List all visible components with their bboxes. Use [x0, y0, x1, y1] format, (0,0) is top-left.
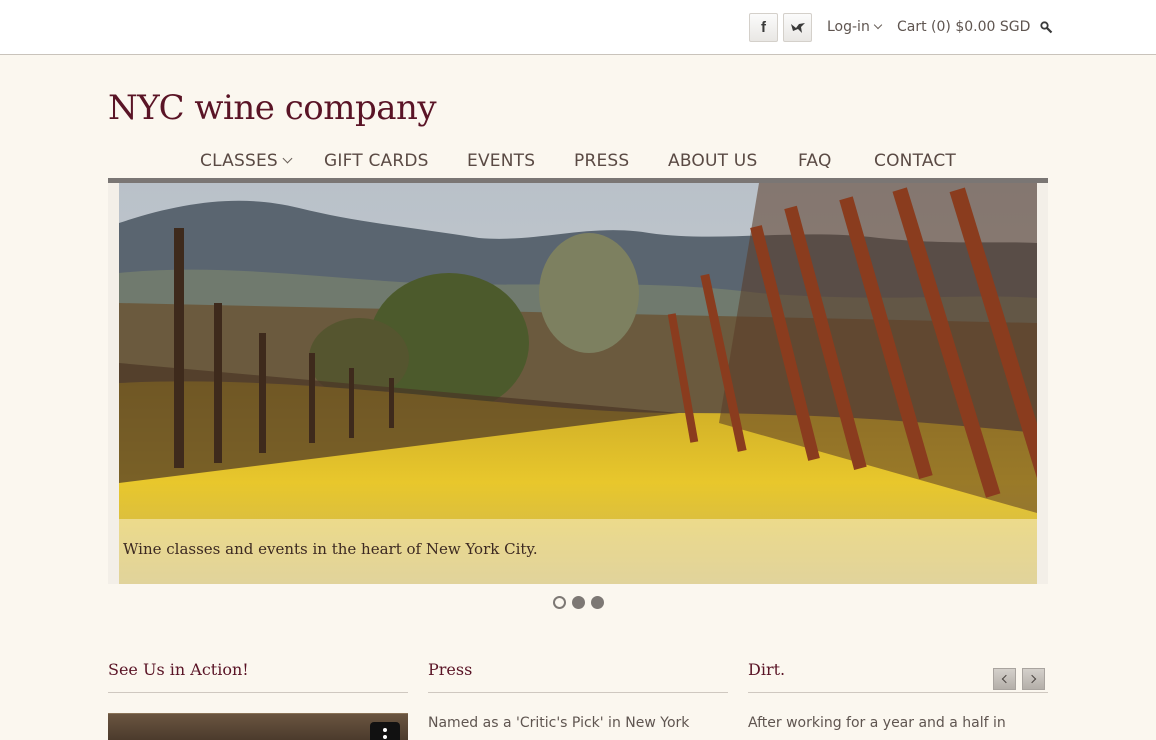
video-player[interactable] — [108, 713, 408, 740]
press-text: Named as a 'Critic's Pick' in New York — [428, 715, 690, 731]
top-bar: f Log-in Cart (0) $0.00 SGD — [0, 0, 1156, 55]
dirt-text: After working for a year and a half in — [748, 715, 1006, 731]
hero-slideshow[interactable]: Wine classes and events in the heart of … — [108, 183, 1048, 584]
cart-link[interactable]: Cart (0) $0.00 SGD — [897, 19, 1030, 35]
hero-caption: Wine classes and events in the heart of … — [123, 540, 538, 558]
facebook-button[interactable]: f — [749, 13, 778, 42]
facebook-icon: f — [761, 19, 766, 36]
chevron-right-icon — [1027, 674, 1037, 684]
nav-item-faq[interactable]: FAQ — [798, 151, 832, 171]
video-section: See Us in Action! — [108, 660, 408, 740]
press-section: Press Named as a 'Critic's Pick' in New … — [428, 660, 728, 740]
search-icon[interactable] — [1040, 21, 1053, 34]
twitter-icon — [790, 22, 805, 33]
login-link[interactable]: Log-in — [827, 19, 883, 35]
slide-dot-1[interactable] — [553, 596, 566, 609]
nav-item-contact[interactable]: CONTACT — [874, 151, 956, 171]
twitter-button[interactable] — [783, 13, 812, 42]
video-section-title: See Us in Action! — [108, 660, 408, 693]
more-options-icon[interactable] — [370, 722, 400, 740]
slide-dot-2[interactable] — [572, 596, 585, 609]
next-button[interactable] — [1022, 668, 1045, 690]
login-label: Log-in — [827, 19, 870, 35]
slide-indicators — [553, 596, 604, 609]
nav-item-events[interactable]: EVENTS — [467, 151, 535, 171]
chevron-down-icon — [873, 20, 883, 30]
nav-item-about-us[interactable]: ABOUT US — [668, 151, 757, 171]
nav-item-classes[interactable]: CLASSES — [200, 151, 293, 171]
main-nav: CLASSES GIFT CARDS EVENTS PRESS ABOUT US… — [108, 147, 1048, 183]
nav-item-label: CLASSES — [200, 151, 278, 171]
slide-dot-3[interactable] — [591, 596, 604, 609]
press-section-title: Press — [428, 660, 728, 693]
previous-button[interactable] — [993, 668, 1016, 690]
site-title[interactable]: NYC wine company — [108, 88, 437, 128]
nav-item-press[interactable]: PRESS — [574, 151, 629, 171]
nav-item-gift-cards[interactable]: GIFT CARDS — [324, 151, 429, 171]
chevron-down-icon — [282, 153, 293, 164]
chevron-left-icon — [1001, 674, 1011, 684]
